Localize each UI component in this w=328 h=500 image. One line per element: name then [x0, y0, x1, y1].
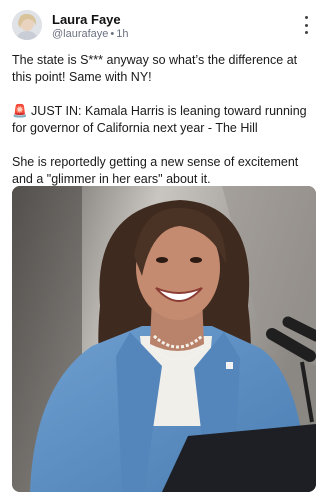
- post-body: The state is S*** anyway so what’s the d…: [12, 52, 316, 205]
- post-image[interactable]: [12, 186, 316, 492]
- photo-of-woman-speaking-at-podium-icon: [12, 186, 316, 492]
- post-text-paragraph: She is reportedly getting a new sense of…: [12, 155, 299, 186]
- meta-separator: •: [110, 28, 115, 40]
- post-text-paragraph: The state is S*** anyway so what’s the d…: [12, 53, 298, 84]
- author-avatar[interactable]: [12, 10, 42, 40]
- vertical-ellipsis-icon-dot: [304, 31, 308, 34]
- author-handle[interactable]: @laurafaye: [52, 28, 108, 40]
- vertical-ellipsis-icon: [304, 16, 308, 19]
- post-header: Laura Faye @laurafaye • 1h: [12, 10, 316, 42]
- author-name[interactable]: Laura Faye: [52, 12, 121, 27]
- post-text-paragraph: 🚨 JUST IN: Kamala Harris is leaning towa…: [12, 104, 307, 135]
- more-options-button[interactable]: [300, 16, 312, 34]
- avatar-image: [12, 10, 42, 40]
- post-card: Laura Faye @laurafaye • 1h The state is S*…: [0, 0, 328, 500]
- vertical-ellipsis-icon-dot: [304, 23, 308, 27]
- post-meta: @laurafaye • 1h: [52, 28, 129, 40]
- post-timestamp[interactable]: 1h: [116, 28, 128, 40]
